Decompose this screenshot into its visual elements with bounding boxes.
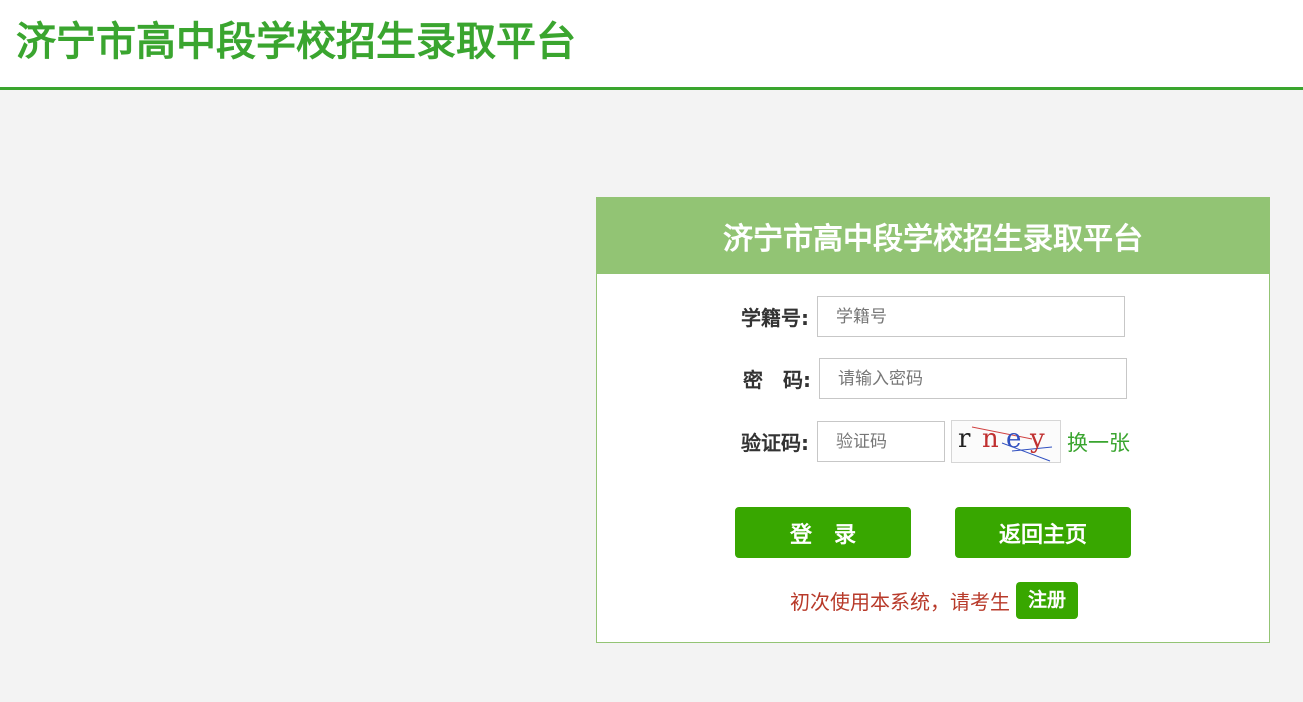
- register-button[interactable]: 注册: [1015, 582, 1078, 619]
- login-button[interactable]: 登 录: [735, 507, 911, 558]
- password-row: 密 码:: [727, 358, 1127, 399]
- captcha-char: n: [982, 424, 999, 454]
- refresh-captcha-link[interactable]: 换一张: [1067, 427, 1130, 457]
- captcha-input[interactable]: [817, 421, 945, 462]
- password-label: 密 码:: [743, 368, 811, 392]
- site-header: 济宁市高中段学校招生录取平台: [0, 0, 1303, 90]
- site-title: 济宁市高中段学校招生录取平台: [16, 19, 576, 65]
- captcha-label: 验证码:: [741, 431, 809, 455]
- register-prompt-text: 初次使用本系统，请考生: [789, 590, 1010, 614]
- register-prompt-row: 初次使用本系统，请考生 注册: [597, 582, 1271, 619]
- login-panel: 济宁市高中段学校招生录取平台 学籍号: 密 码: 验证码: r n e y 换一…: [596, 197, 1270, 643]
- login-panel-title: 济宁市高中段学校招生录取平台: [597, 198, 1269, 274]
- student-id-label: 学籍号:: [741, 306, 809, 330]
- captcha-char: r: [958, 424, 971, 454]
- home-button[interactable]: 返回主页: [955, 507, 1131, 558]
- captcha-row: 验证码: r n e y 换一张: [727, 420, 1130, 463]
- captcha-char: y: [1030, 424, 1045, 454]
- captcha-image[interactable]: r n e y: [951, 420, 1061, 463]
- captcha-char: e: [1006, 424, 1022, 454]
- student-id-row: 学籍号:: [727, 296, 1125, 337]
- password-input[interactable]: [819, 358, 1127, 399]
- student-id-input[interactable]: [817, 296, 1125, 337]
